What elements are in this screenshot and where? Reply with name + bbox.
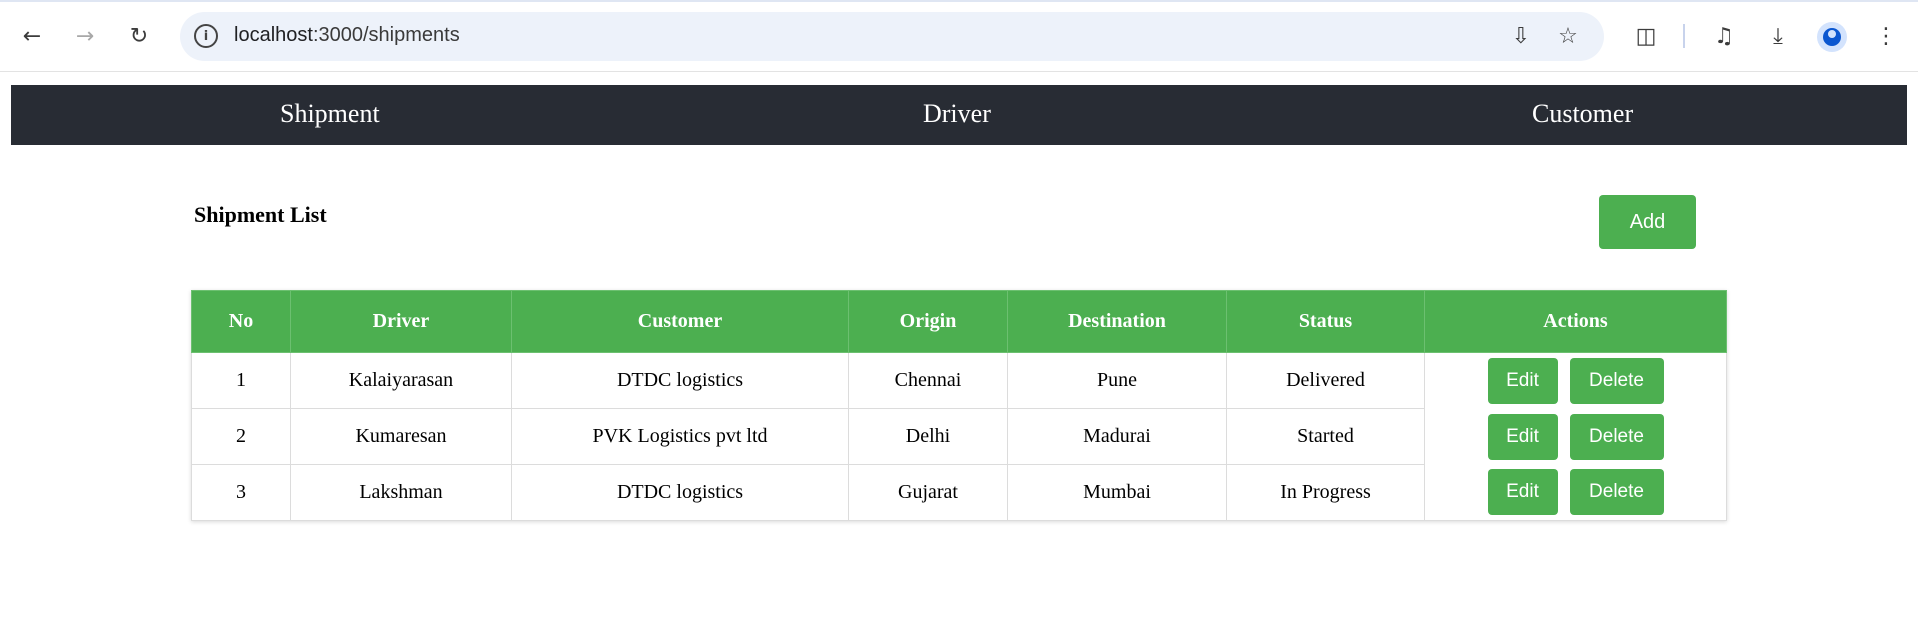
nav-link-shipment[interactable]: Shipment xyxy=(280,99,380,129)
url-text[interactable]: localhost:3000/shipments xyxy=(234,24,460,47)
row-actions: Edit Delete xyxy=(1425,413,1726,460)
extensions-icon[interactable]: ◫ xyxy=(1630,20,1662,52)
app-navbar: Shipment Driver Customer xyxy=(11,85,1907,145)
edit-button[interactable]: Edit xyxy=(1487,357,1558,404)
cell-actions: Edit Delete xyxy=(1424,408,1727,465)
cell-origin: Chennai xyxy=(848,352,1008,409)
cell-destination: Madurai xyxy=(1007,408,1227,465)
cell-actions: Edit Delete xyxy=(1424,352,1727,409)
cell-status: Delivered xyxy=(1226,352,1425,409)
tab-strip-edge xyxy=(0,0,1918,2)
table-header-row: No Driver Customer Origin Destination St… xyxy=(191,290,1727,353)
install-app-icon[interactable]: ⇩ xyxy=(1507,22,1535,50)
site-info-icon[interactable]: i xyxy=(194,24,218,48)
row-actions: Edit Delete xyxy=(1425,357,1726,404)
cell-origin: Delhi xyxy=(848,408,1008,465)
more-menu-icon[interactable]: ⋮ xyxy=(1870,20,1902,52)
column-header-customer: Customer xyxy=(511,290,849,353)
address-bar[interactable]: i localhost:3000/shipments ⇩ ☆ xyxy=(180,12,1604,61)
url-path: :3000/shipments xyxy=(312,24,460,46)
cell-no: 1 xyxy=(191,352,291,409)
cell-driver: Kalaiyarasan xyxy=(290,352,512,409)
forward-icon[interactable]: → xyxy=(69,20,101,52)
table-row: 2 Kumaresan PVK Logistics pvt ltd Delhi … xyxy=(191,408,1727,465)
delete-button[interactable]: Delete xyxy=(1569,469,1664,516)
profile-icon[interactable] xyxy=(1817,22,1847,52)
delete-button[interactable]: Delete xyxy=(1569,357,1664,404)
cell-customer: PVK Logistics pvt ltd xyxy=(511,408,849,465)
profile-avatar-glyph xyxy=(1823,28,1841,46)
column-header-no: No xyxy=(191,290,291,353)
cell-status: Started xyxy=(1226,408,1425,465)
column-header-destination: Destination xyxy=(1007,290,1227,353)
column-header-status: Status xyxy=(1226,290,1425,353)
toolbar-separator xyxy=(1683,24,1685,48)
column-header-actions: Actions xyxy=(1424,290,1727,353)
bookmark-star-icon[interactable]: ☆ xyxy=(1554,22,1582,50)
url-host: localhost xyxy=(234,24,313,46)
row-actions: Edit Delete xyxy=(1425,469,1726,516)
add-shipment-button[interactable]: Add xyxy=(1599,195,1696,249)
column-header-driver: Driver xyxy=(290,290,512,353)
table-row: 3 Lakshman DTDC logistics Gujarat Mumbai… xyxy=(191,464,1727,521)
cell-status: In Progress xyxy=(1226,464,1425,521)
page-title: Shipment List xyxy=(194,202,327,227)
cell-customer: DTDC logistics xyxy=(511,464,849,521)
cell-driver: Lakshman xyxy=(290,464,512,521)
cell-no: 3 xyxy=(191,464,291,521)
media-queue-icon[interactable]: ♫ xyxy=(1708,20,1740,52)
cell-destination: Mumbai xyxy=(1007,464,1227,521)
cell-actions: Edit Delete xyxy=(1424,464,1727,521)
edit-button[interactable]: Edit xyxy=(1487,413,1558,460)
delete-button[interactable]: Delete xyxy=(1569,413,1664,460)
nav-link-customer[interactable]: Customer xyxy=(1532,99,1633,129)
cell-driver: Kumaresan xyxy=(290,408,512,465)
table-row: 1 Kalaiyarasan DTDC logistics Chennai Pu… xyxy=(191,352,1727,409)
browser-toolbar: ← → ↻ i localhost:3000/shipments ⇩ ☆ ◫ ♫… xyxy=(0,0,1918,72)
edit-button[interactable]: Edit xyxy=(1487,469,1558,516)
cell-no: 2 xyxy=(191,408,291,465)
cell-origin: Gujarat xyxy=(848,464,1008,521)
nav-link-driver[interactable]: Driver xyxy=(923,99,991,129)
download-icon[interactable]: ⤓ xyxy=(1762,20,1794,52)
shipments-table: No Driver Customer Origin Destination St… xyxy=(191,290,1727,521)
cell-customer: DTDC logistics xyxy=(511,352,849,409)
back-icon[interactable]: ← xyxy=(16,20,48,52)
cell-destination: Pune xyxy=(1007,352,1227,409)
column-header-origin: Origin xyxy=(848,290,1008,353)
reload-icon[interactable]: ↻ xyxy=(123,20,155,52)
